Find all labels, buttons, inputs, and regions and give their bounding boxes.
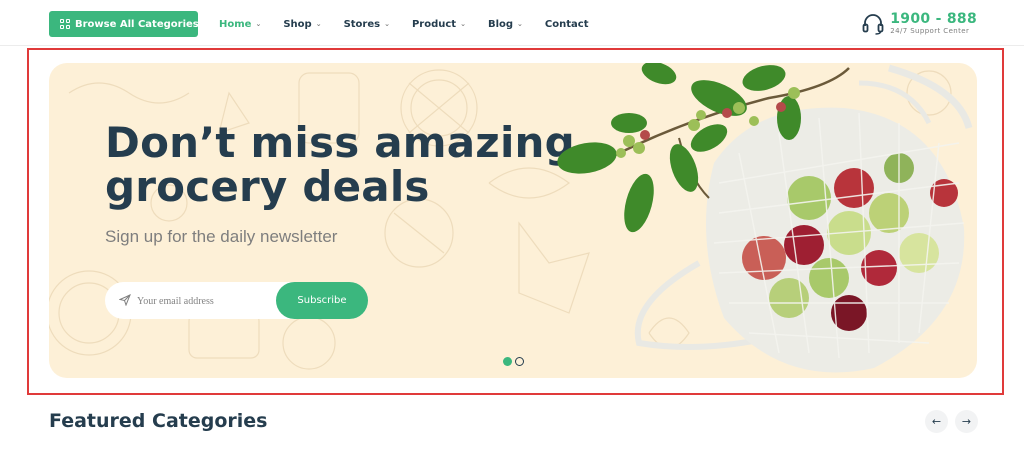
featured-categories-title: Featured Categories	[49, 410, 268, 432]
send-icon	[119, 294, 131, 306]
newsletter-form: Subscribe	[105, 282, 368, 319]
chevron-down-icon: ⌄	[460, 20, 466, 28]
slider-dots	[503, 357, 527, 366]
nav-item-home[interactable]: Home ⌄	[219, 19, 261, 30]
chevron-down-icon: ⌄	[206, 19, 214, 29]
arrow-right-icon: →	[961, 415, 972, 428]
slide-dot-1[interactable]	[503, 357, 512, 366]
nav-item-blog[interactable]: Blog ⌄	[488, 19, 523, 30]
nav-label-stores: Stores	[343, 18, 381, 30]
nav-item-stores[interactable]: Stores ⌄	[344, 19, 390, 30]
nav-label-blog: Blog	[487, 18, 514, 30]
hero-title-line-2: grocery deals	[105, 162, 430, 211]
chevron-down-icon: ⌄	[315, 20, 322, 28]
support-contact[interactable]: 1900 - 888 24/7 Support Center	[861, 11, 977, 36]
headset-icon	[862, 13, 884, 35]
browse-categories-label: Browse All Categories	[75, 18, 199, 30]
hero-banner: Don’t miss amazing grocery deals Sign up…	[49, 63, 977, 378]
chevron-down-icon: ⌄	[255, 20, 262, 28]
apples-bag-image	[557, 63, 973, 373]
support-phone: 1900 - 888	[890, 11, 977, 27]
nav-item-product[interactable]: Product ⌄	[412, 19, 466, 30]
nav-item-contact[interactable]: Contact	[545, 19, 589, 30]
chevron-down-icon: ⌄	[384, 20, 390, 28]
main-nav: Home ⌄ Shop ⌄ Stores ⌄ Product ⌄ Blog ⌄ …	[219, 17, 611, 31]
nav-label-shop: Shop	[283, 18, 312, 30]
browse-categories-button[interactable]: Browse All Categories ⌄	[49, 11, 213, 37]
nav-label-contact: Contact	[544, 18, 589, 30]
next-arrow-button[interactable]: →	[955, 410, 978, 433]
grid-icon	[60, 19, 70, 29]
hero-subtitle: Sign up for the daily newsletter	[105, 227, 338, 246]
chevron-down-icon: ⌄	[517, 20, 523, 28]
nav-label-home: Home	[219, 18, 252, 30]
nav-item-shop[interactable]: Shop ⌄	[283, 19, 321, 30]
prev-arrow-button[interactable]: ←	[925, 410, 948, 433]
site-header: Browse All Categories ⌄ Home ⌄ Shop ⌄ St…	[0, 0, 1024, 46]
subscribe-button[interactable]: Subscribe	[276, 282, 368, 319]
slide-dot-2[interactable]	[515, 357, 524, 366]
email-input[interactable]	[137, 291, 272, 311]
nav-label-product: Product	[411, 18, 457, 30]
support-caption: 24/7 Support Center	[890, 27, 970, 35]
hero-title: Don’t miss amazing grocery deals	[105, 121, 575, 209]
arrow-left-icon: ←	[931, 415, 942, 428]
hero-title-line-1: Don’t miss amazing	[105, 118, 575, 167]
